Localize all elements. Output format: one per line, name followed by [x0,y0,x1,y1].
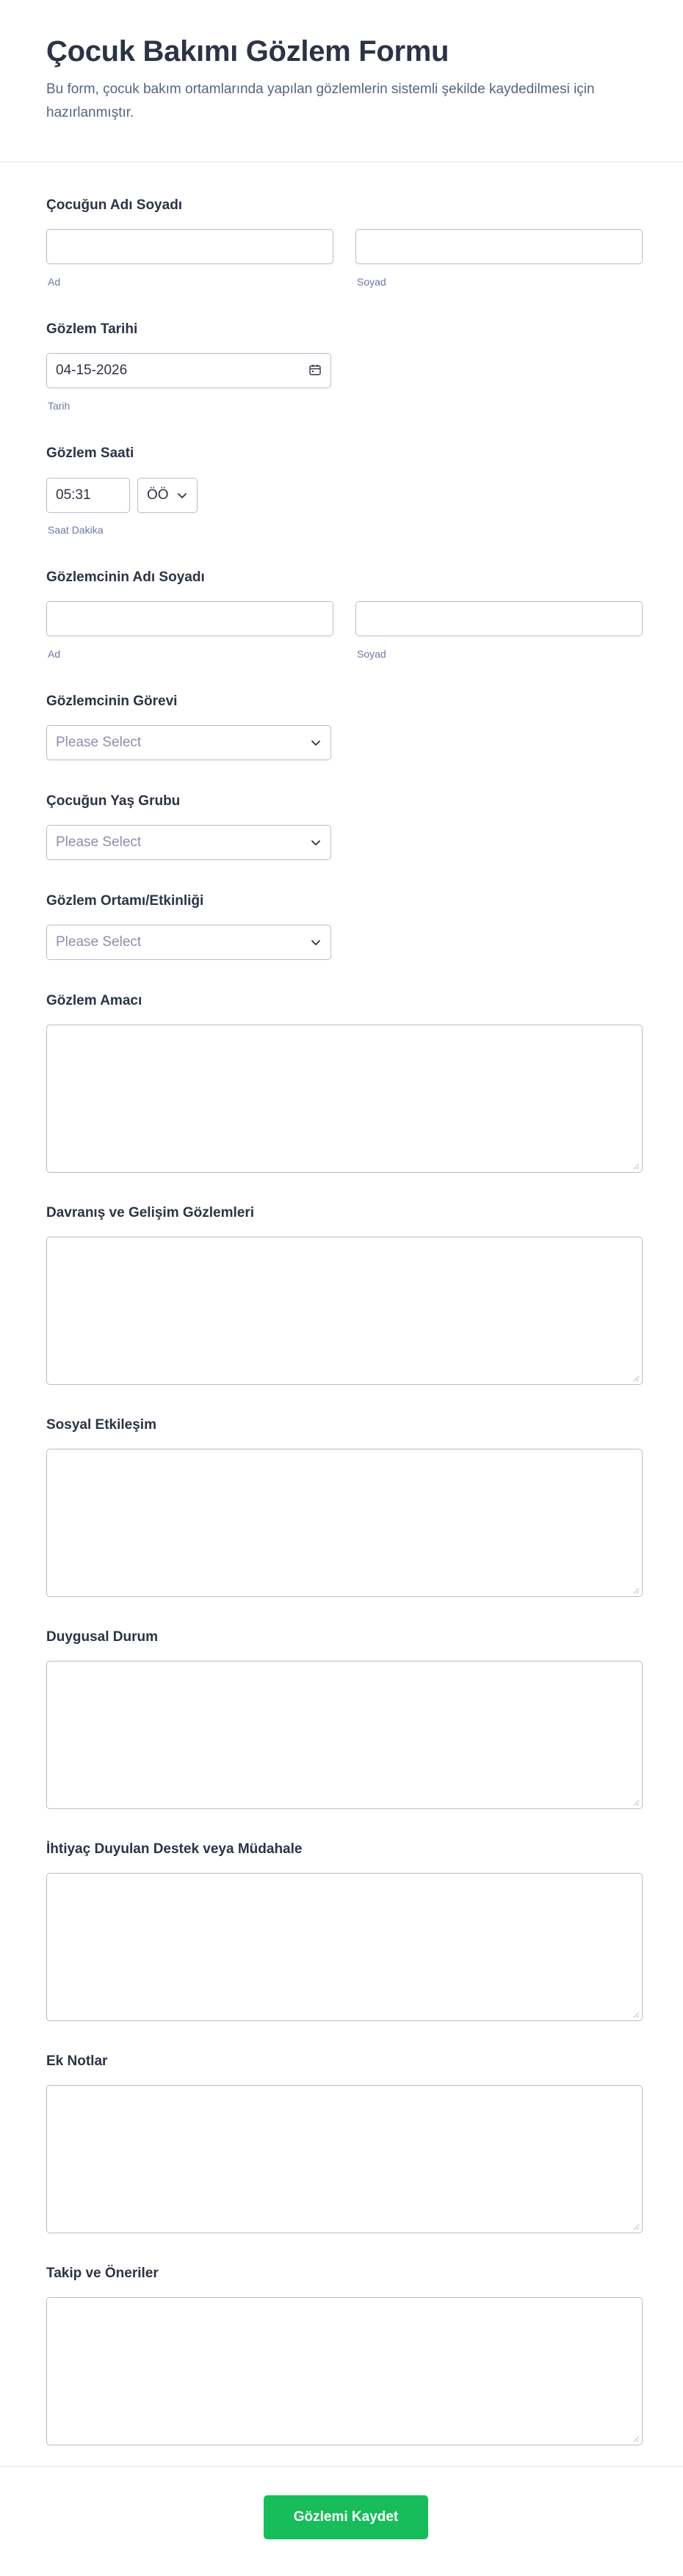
setting-label: Gözlem Ortamı/Etkinliği [46,893,204,909]
notes-label: Ek Notlar [46,2053,108,2069]
observation-time-sublabel: Saat Dakika [48,524,104,536]
emotional-label: Duygusal Durum [46,1629,159,1645]
resize-grip-icon[interactable] [632,1163,640,1170]
observer-name-label: Gözlemcinin Adı Soyadı [46,570,205,585]
observer-first-name-input[interactable] [46,601,333,636]
social-textarea[interactable] [46,1449,643,1597]
ampm-value: ÖÖ [147,487,169,503]
observer-last-name-sublabel: Soyad [357,648,386,660]
age-group-placeholder: Please Select [56,834,142,850]
submit-button[interactable]: Gözlemi Kaydet [264,2495,428,2539]
child-last-name-sublabel: Soyad [357,276,386,288]
setting-placeholder: Please Select [56,934,142,950]
observer-last-name-input[interactable] [355,601,643,636]
emotional-textarea[interactable] [46,1661,643,1809]
age-group-label: Çocuğun Yaş Grubu [46,793,181,809]
observation-date-label: Gözlem Tarihi [46,321,138,337]
observation-date-input[interactable]: 04-15-2026 [46,353,331,388]
form-description: Bu form, çocuk bakım ortamlarında yapıla… [46,81,595,120]
child-first-name-sublabel: Ad [48,276,61,288]
calendar-icon[interactable] [308,363,322,376]
resize-grip-icon[interactable] [632,1799,640,1806]
form-title: Çocuk Bakımı Gözlem Formu [46,35,449,68]
resize-grip-icon[interactable] [632,2011,640,2018]
child-last-name-input[interactable] [355,229,643,264]
chevron-down-icon [311,940,320,945]
followup-textarea[interactable] [46,2297,643,2445]
observation-date-sublabel: Tarih [48,400,71,412]
observation-time-input[interactable]: 05:31 [46,478,130,513]
resize-grip-icon[interactable] [632,2223,640,2230]
child-name-label: Çocuğun Adı Soyadı [46,197,183,213]
support-textarea[interactable] [46,1873,643,2021]
behavior-textarea[interactable] [46,1237,643,1385]
age-group-select[interactable]: Please Select [46,825,331,860]
observation-date-value: 04-15-2026 [56,363,128,378]
observation-time-value: 05:31 [56,487,91,503]
form-header: Çocuk Bakımı Gözlem Formu Bu form, çocuk… [0,0,683,162]
purpose-textarea[interactable] [46,1025,643,1173]
resize-grip-icon[interactable] [632,2435,640,2442]
setting-select[interactable]: Please Select [46,925,331,960]
purpose-label: Gözlem Amacı [46,993,142,1008]
social-label: Sosyal Etkileşim [46,1417,156,1433]
notes-textarea[interactable] [46,2085,643,2233]
observation-time-label: Gözlem Saati [46,445,134,461]
resize-grip-icon[interactable] [632,1587,640,1594]
resize-grip-icon[interactable] [632,1375,640,1382]
behavior-label: Davranış ve Gelişim Gözlemleri [46,1205,255,1220]
child-first-name-input[interactable] [46,229,333,264]
observer-first-name-sublabel: Ad [48,648,61,660]
followup-label: Takip ve Öneriler [46,2266,159,2281]
observer-role-label: Gözlemcinin Görevi [46,694,178,709]
support-label: İhtiyaç Duyulan Destek veya Müdahale [46,1841,303,1857]
chevron-down-icon [311,840,320,845]
chevron-down-icon [311,741,320,746]
chevron-down-icon [178,493,187,498]
observer-role-select[interactable]: Please Select [46,725,331,760]
ampm-select[interactable]: ÖÖ [137,478,198,513]
observer-role-placeholder: Please Select [56,735,142,750]
